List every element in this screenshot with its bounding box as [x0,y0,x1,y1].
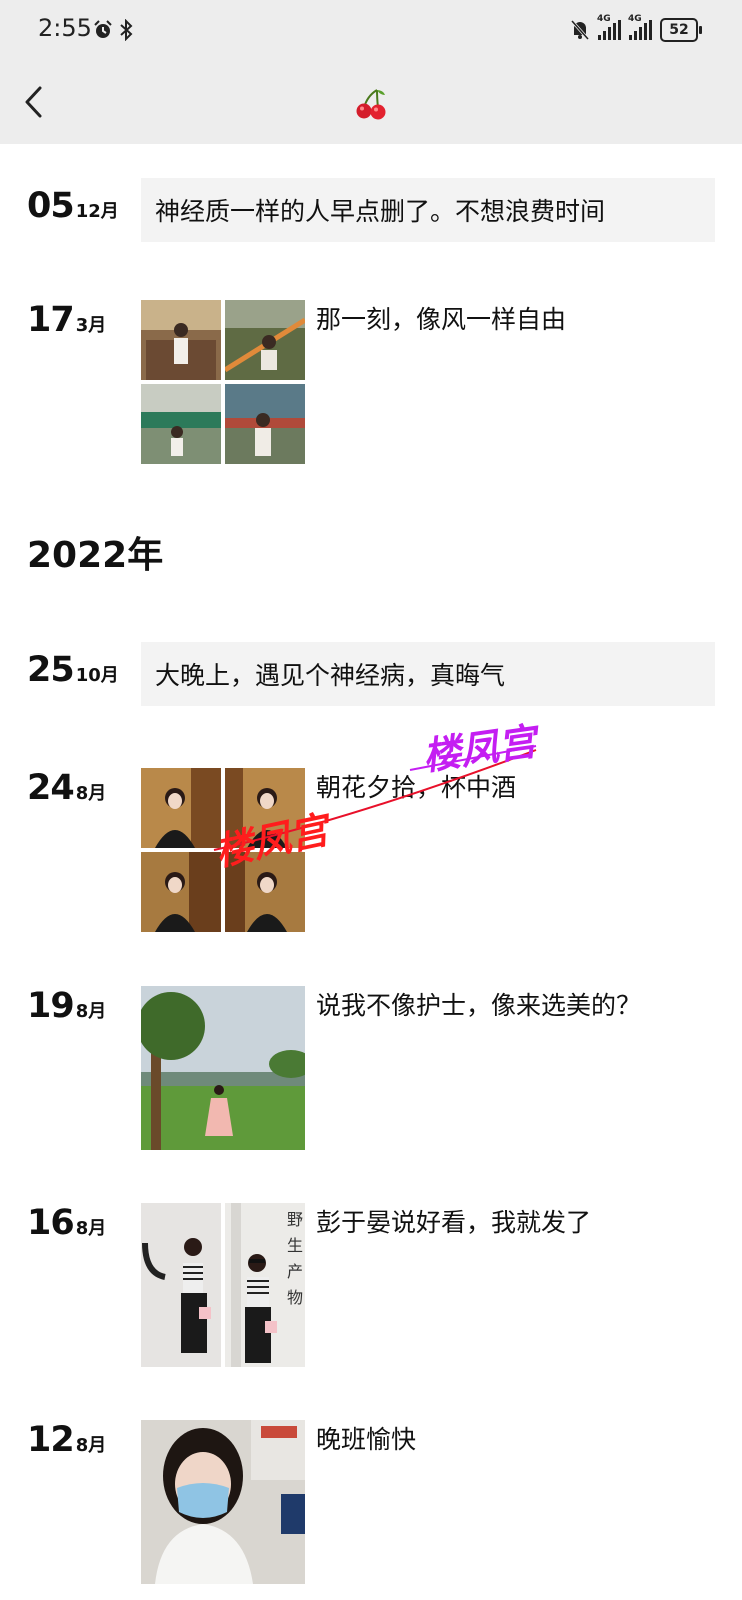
post-caption: 朝花夕拾，杯中酒 [316,773,517,802]
photo-thumbnail[interactable]: 野生产物 [225,1203,305,1367]
photo-thumbnail[interactable] [141,768,221,848]
network-type-label-2: 4G [628,14,642,24]
photo-thumbnail[interactable] [141,1420,305,1584]
entry-day: 05 [27,186,75,226]
entry-date: 16 8月 [27,1203,106,1243]
svg-text:产: 产 [287,1262,303,1281]
year-heading: 2022年 [27,535,164,576]
post-caption: 说我不像护士，像来选美的？ [316,991,642,1020]
photo-thumbnail[interactable] [141,384,221,464]
svg-text:物: 物 [287,1288,303,1307]
entry-month: 12月 [75,201,119,222]
network-type-label: 4G [597,14,611,24]
photo-thumbnail[interactable] [141,300,221,380]
entry-date: 17 3月 [27,300,106,340]
entry-month: 8月 [75,1218,107,1239]
svg-text:生: 生 [287,1236,303,1255]
entry-month: 10月 [75,665,119,686]
post-caption: 彭于晏说好看，我就发了 [316,1208,592,1237]
battery-icon: 52 [660,18,702,42]
entry-date: 24 8月 [27,768,106,808]
entry-day: 16 [27,1203,75,1243]
signal-strength-icon: 4G [597,14,621,40]
photo-thumbnail[interactable] [141,1203,221,1367]
back-button[interactable] [22,84,46,120]
entry-day: 12 [27,1420,75,1460]
svg-text:野: 野 [287,1210,303,1229]
text-post[interactable]: 大晚上，遇见个神经病，真晦气 [141,642,715,706]
photo-thumbnail[interactable] [225,852,305,932]
entry-day: 17 [27,300,75,340]
entry-month: 8月 [75,783,107,804]
entry-month: 8月 [75,1001,107,1022]
bluetooth-icon [120,19,133,41]
entry-day: 25 [27,650,75,690]
post-caption: 那一刻，像风一样自由 [316,305,567,334]
status-time: 2:55 [38,14,92,42]
mute-bell-icon [570,20,590,40]
entry-day: 24 [27,768,75,808]
photo-thumbnail[interactable] [225,768,305,848]
chevron-left-icon [25,86,42,118]
entry-date: 25 10月 [27,650,119,690]
photo-thumbnail[interactable] [225,300,305,380]
status-bar: 2:55 4G 4G 52 [0,0,742,60]
photo-grid[interactable]: 野生产物 [141,1203,305,1367]
signal-strength-icon-2: 4G [628,14,652,40]
alarm-icon [94,20,112,38]
cherry-icon [356,89,386,120]
photo-grid[interactable] [141,768,305,932]
photo-thumbnail[interactable] [137,986,313,1150]
photo-thumbnail[interactable] [225,384,305,464]
post-text: 大晚上，遇见个神经病，真晦气 [155,661,506,690]
entry-month: 3月 [75,315,107,336]
entry-date: 19 8月 [27,986,106,1026]
photo-grid[interactable] [141,300,305,464]
entry-day: 19 [27,986,75,1026]
status-left-icons [93,16,133,44]
top-header: 2:55 4G 4G 52 [0,0,742,144]
text-post[interactable]: 神经质一样的人早点删了。不想浪费时间 [141,178,715,242]
post-text: 神经质一样的人早点删了。不想浪费时间 [155,197,606,226]
photo-thumbnail[interactable] [141,852,221,932]
entry-date: 05 12月 [27,186,119,226]
entry-month: 8月 [75,1435,107,1456]
status-right-icons: 4G 4G 52 [570,14,702,44]
post-caption: 晚班愉快 [316,1425,417,1454]
entry-date: 12 8月 [27,1420,106,1460]
